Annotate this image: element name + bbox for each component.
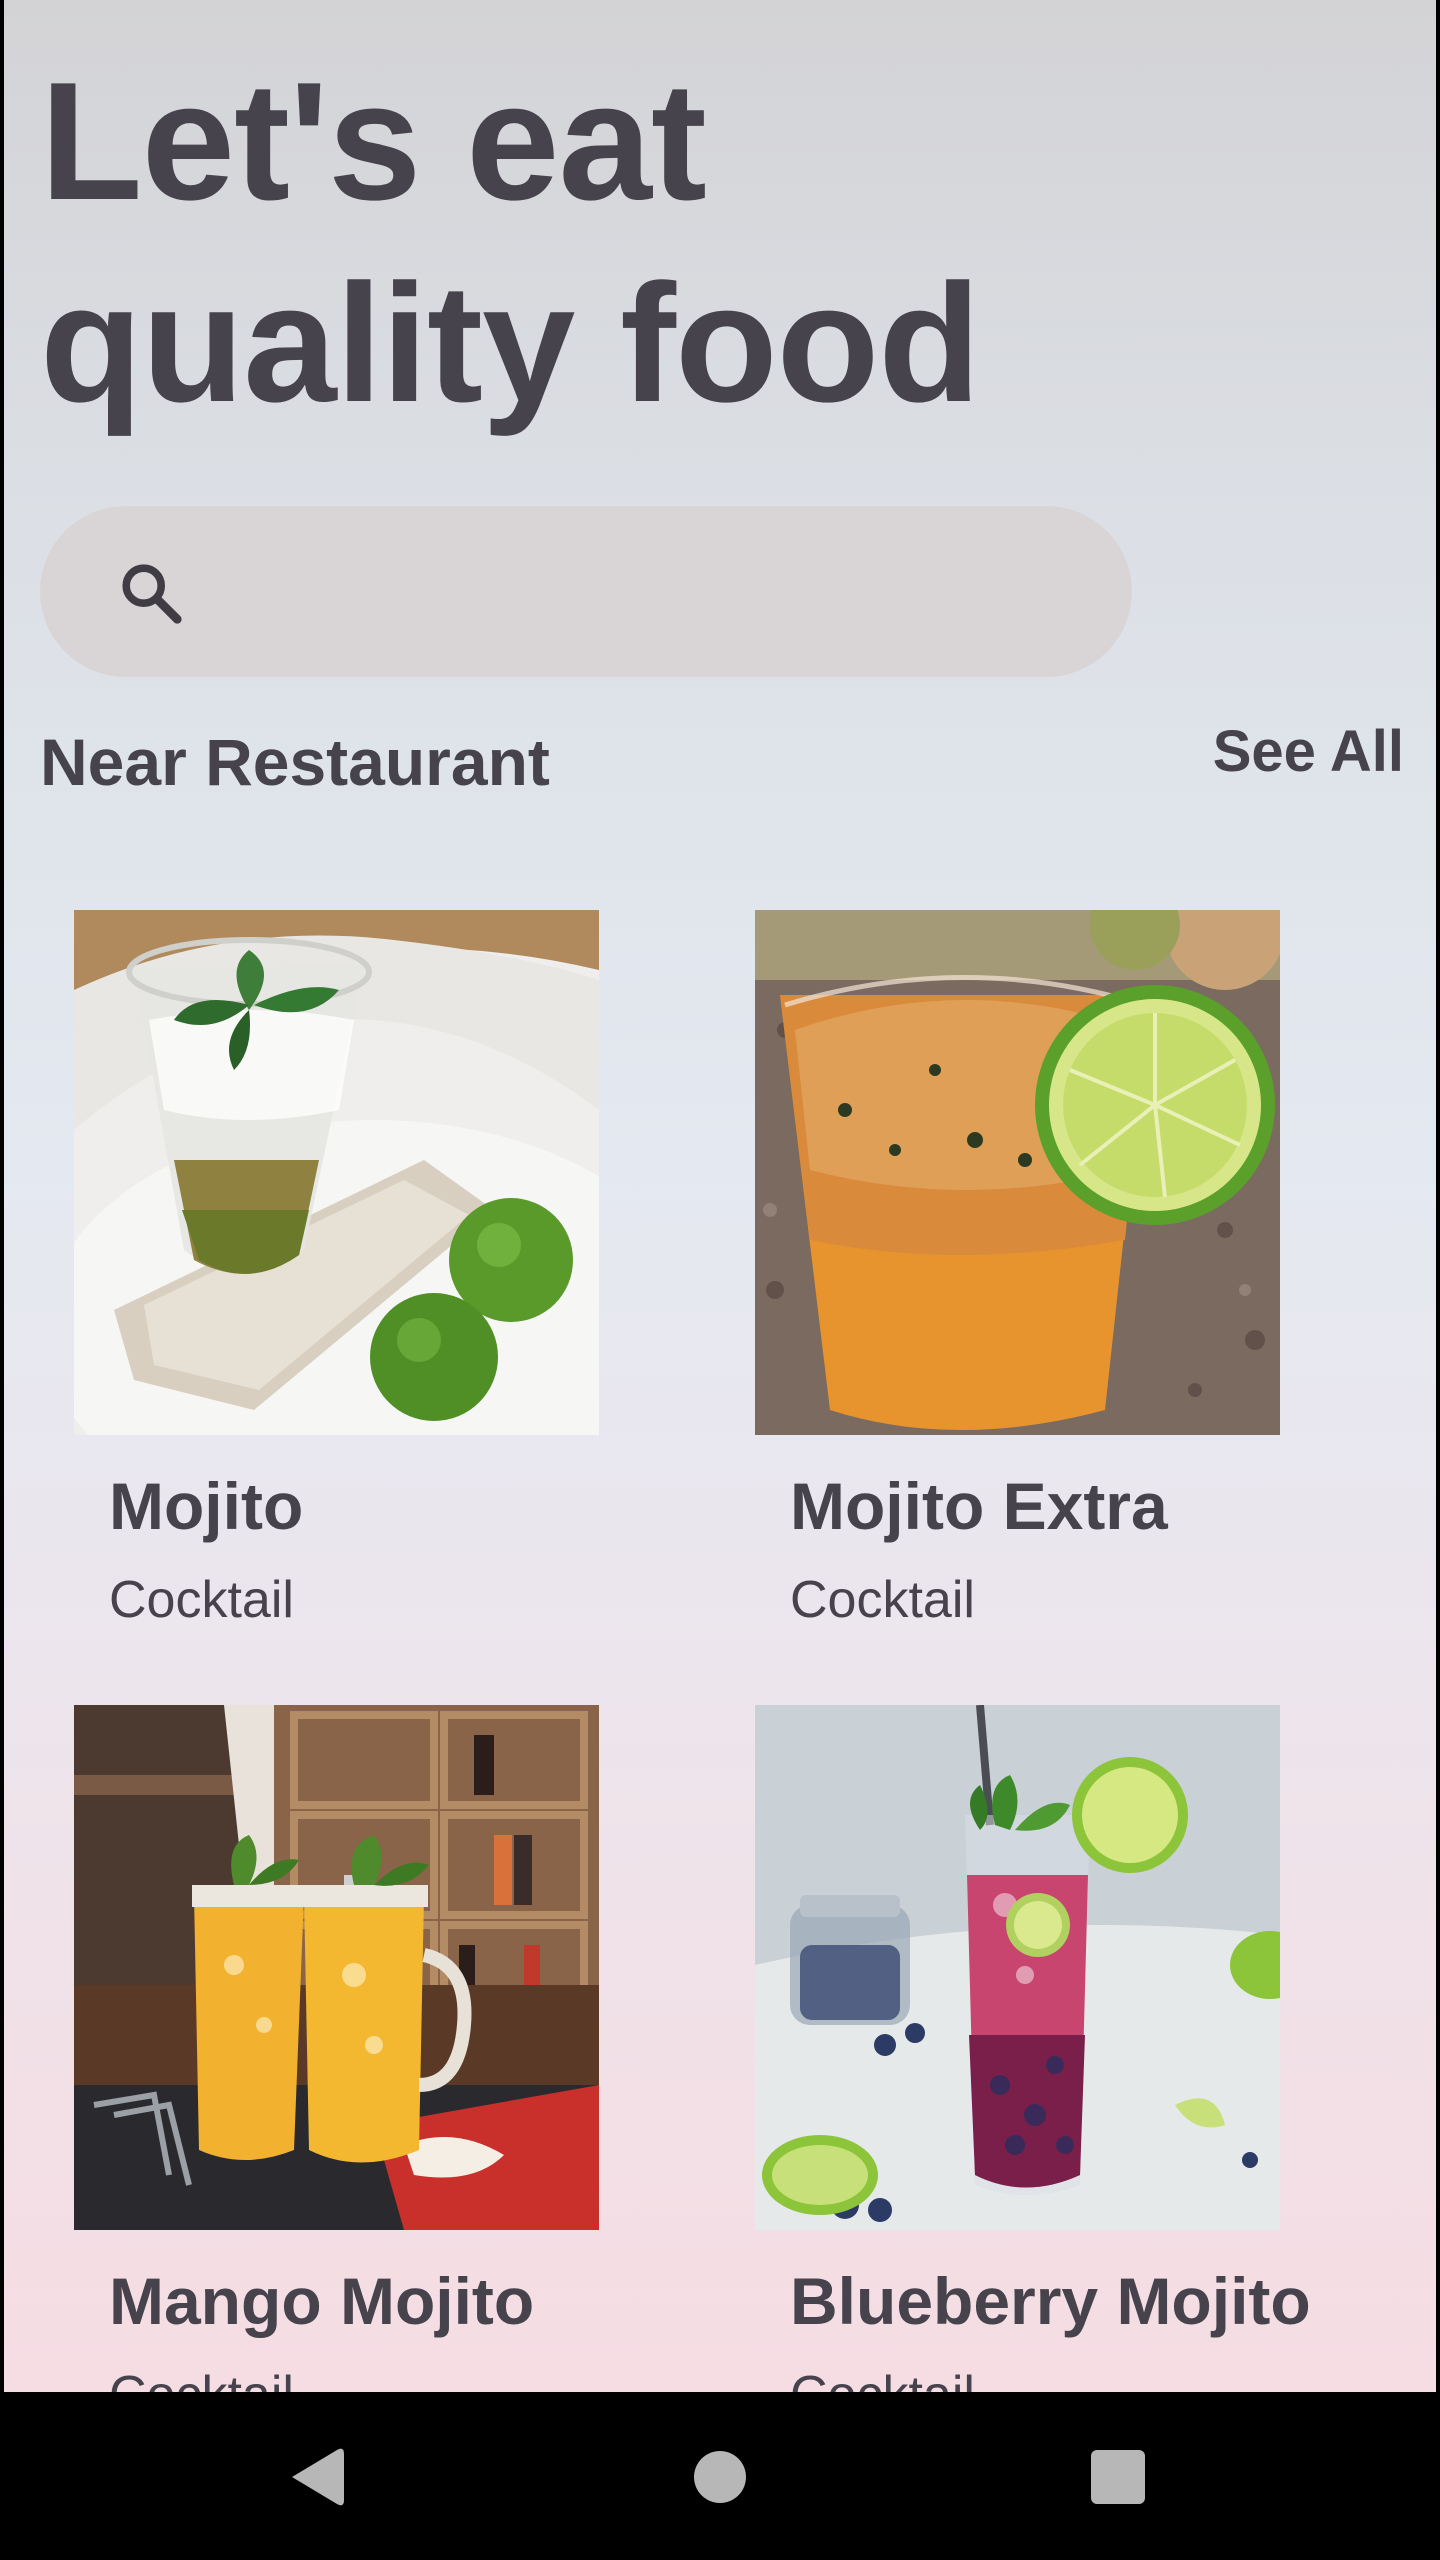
food-card-blueberry-mojito[interactable]: Blueberry Mojito Cocktail [755,1705,1415,2392]
food-card-mojito-extra[interactable]: Mojito Extra Cocktail [755,910,1415,1690]
blueberry-mojito-photo [755,1705,1280,2230]
mojito-extra-photo [755,910,1280,1435]
section-title: Near Restaurant [40,725,550,799]
title-line-1: Let's eat [40,47,707,235]
home-icon[interactable] [675,2432,765,2522]
item-name: Mango Mojito [109,2264,535,2338]
item-category: Cocktail [109,2365,294,2392]
system-navigation-bar [0,2392,1440,2560]
phone-screen: Let's eat quality food Near Restaurant S… [0,0,1440,2560]
title-line-2: quality food [40,249,981,437]
food-card-mango-mojito[interactable]: Mango Mojito Cocktail [74,1705,734,2392]
item-name: Mojito Extra [790,1469,1168,1543]
item-category: Cocktail [790,2365,975,2392]
app-content: Let's eat quality food Near Restaurant S… [4,0,1436,2392]
section-header: Near Restaurant See All [40,718,1404,808]
food-card-mojito[interactable]: Mojito Cocktail [74,910,734,1690]
mojito-photo [74,910,599,1435]
item-name: Mojito [109,1469,304,1543]
page-title: Let's eat quality food [40,40,981,444]
back-icon[interactable] [272,2432,362,2522]
search-icon [122,564,182,624]
item-category: Cocktail [790,1571,975,1629]
search-input[interactable] [40,506,1132,677]
recents-icon[interactable] [1073,2432,1163,2522]
mango-mojito-photo [74,1705,599,2230]
item-category: Cocktail [109,1571,294,1629]
item-name: Blueberry Mojito [790,2264,1311,2338]
see-all-link[interactable]: See All [1213,718,1404,785]
